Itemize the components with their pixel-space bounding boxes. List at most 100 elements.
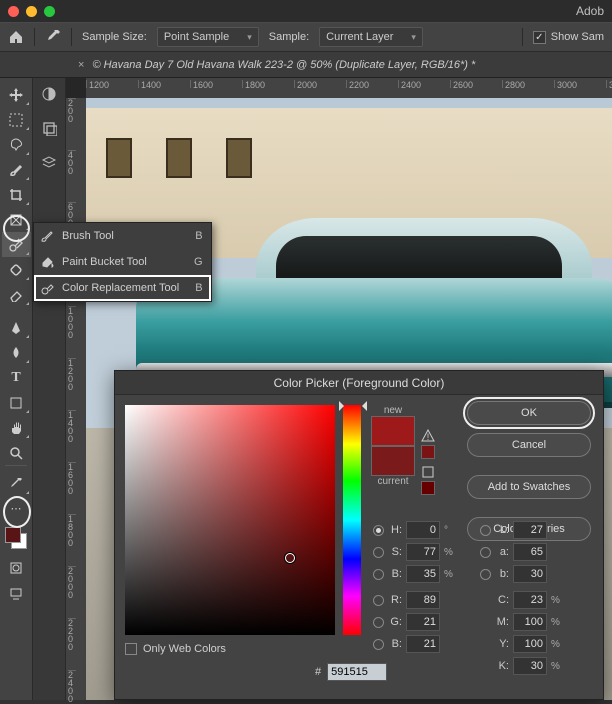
Lab-b-input[interactable] [513, 565, 547, 583]
ok-button[interactable]: OK [467, 401, 591, 425]
blur-tool[interactable] [2, 340, 31, 365]
marquee-tool[interactable] [2, 107, 31, 132]
sv-marker [285, 553, 295, 563]
history-panel-icon[interactable] [39, 118, 59, 138]
Lab-a-label: a: [495, 546, 509, 558]
brush-tool[interactable] [2, 157, 31, 182]
current-color-swatch[interactable] [371, 446, 415, 476]
brightness-input[interactable] [406, 565, 440, 583]
crop-tool[interactable] [2, 182, 31, 207]
eyedropper-tool-icon[interactable] [45, 29, 61, 45]
sample-value: Current Layer [326, 31, 393, 43]
sample-size-dropdown[interactable]: Point Sample ▾ [157, 27, 259, 47]
healing-tool[interactable] [2, 257, 31, 282]
flyout-item-color-replacement[interactable]: Color Replacement Tool B [34, 275, 211, 301]
hue-slider[interactable] [343, 405, 361, 635]
red-label: R: [388, 594, 402, 606]
brightness-radio[interactable] [373, 569, 384, 580]
black-unit: % [551, 661, 563, 672]
close-tab-icon[interactable]: × [78, 59, 84, 71]
hand-tool[interactable] [2, 415, 31, 440]
hex-input[interactable] [327, 663, 387, 681]
cyan-label: C: [495, 594, 509, 606]
hex-row: # [315, 663, 387, 681]
blue-radio[interactable] [373, 639, 384, 650]
lasso-tool[interactable] [2, 132, 31, 157]
hue-radio[interactable] [373, 525, 384, 536]
color-picker-dialog: Color Picker (Foreground Color) new curr… [114, 370, 604, 700]
Lab-b-label: b: [495, 568, 509, 580]
websafe-swatch[interactable] [421, 481, 435, 495]
flyout-item-paintbucket[interactable]: Paint Bucket Tool G [34, 249, 211, 275]
Lab-L-input[interactable] [513, 521, 547, 539]
saturation-radio[interactable] [373, 547, 384, 558]
screen-mode-toggle[interactable] [2, 580, 31, 605]
flyout-shortcut: B [185, 230, 202, 242]
quick-mask-toggle[interactable] [2, 555, 31, 580]
saturation-value-field[interactable] [125, 405, 335, 635]
saturation-unit: % [444, 547, 456, 558]
eraser-tool[interactable] [2, 282, 31, 307]
foreground-background-swatches[interactable] [5, 527, 27, 549]
saturation-label: S: [388, 546, 402, 558]
Lab-L-radio[interactable] [480, 525, 491, 536]
paint-bucket-icon [38, 253, 56, 271]
collapsed-panels [33, 78, 66, 700]
Lab-a-input[interactable] [513, 543, 547, 561]
move-tool[interactable] [2, 82, 31, 107]
new-color-swatch[interactable] [371, 416, 415, 446]
Lab-b-radio[interactable] [480, 569, 491, 580]
eyedropper-tool[interactable] [2, 471, 31, 496]
only-web-colors-checkbox[interactable]: Only Web Colors [125, 643, 226, 655]
yellow-input[interactable] [513, 635, 547, 653]
titlebar: Adob [0, 0, 612, 22]
new-color-label: new [371, 405, 415, 416]
home-icon[interactable] [8, 30, 24, 44]
red-radio[interactable] [373, 595, 384, 606]
flyout-label: Color Replacement Tool [62, 282, 179, 294]
zoom-tool[interactable] [2, 440, 31, 465]
color-replacement-icon [38, 279, 56, 297]
tools-panel: T ⋯ [0, 78, 33, 700]
black-input[interactable] [513, 657, 547, 675]
document-tab[interactable]: × © Havana Day 7 Old Havana Walk 223-2 @… [0, 52, 612, 78]
cancel-button[interactable]: Cancel [467, 433, 591, 457]
magenta-input[interactable] [513, 613, 547, 631]
cyan-input[interactable] [513, 591, 547, 609]
add-to-swatches-button[interactable]: Add to Swatches [467, 475, 591, 499]
shape-tool[interactable] [2, 390, 31, 415]
saturation-input[interactable] [406, 543, 440, 561]
pen-tool[interactable] [2, 315, 31, 340]
close-window-button[interactable] [8, 6, 19, 17]
frame-tool[interactable] [2, 207, 31, 232]
adjustments-panel-icon[interactable] [39, 84, 59, 104]
Lab-a-radio[interactable] [480, 547, 491, 558]
gamut-swatch[interactable] [421, 445, 435, 459]
flyout-item-brush[interactable]: Brush Tool B [34, 223, 211, 249]
magenta-label: M: [495, 616, 509, 628]
green-label: G: [388, 616, 402, 628]
show-sampling-checkbox[interactable]: Show Sam [533, 31, 604, 44]
type-tool[interactable]: T [2, 365, 31, 390]
black-label: K: [495, 660, 509, 672]
color-replacement-tool[interactable] [2, 232, 31, 257]
red-input[interactable] [406, 591, 440, 609]
websafe-warning-icon[interactable] [421, 465, 435, 479]
zoom-window-button[interactable] [44, 6, 55, 17]
sample-dropdown[interactable]: Current Layer ▾ [319, 27, 423, 47]
blue-input[interactable] [406, 635, 440, 653]
blue-label: B: [388, 638, 402, 650]
flyout-shortcut: G [184, 256, 203, 268]
hue-input[interactable] [406, 521, 440, 539]
magenta-unit: % [551, 617, 563, 628]
horizontal-ruler[interactable]: 1200140016001800200022002400260028003000… [86, 78, 612, 98]
green-radio[interactable] [373, 617, 384, 628]
minimize-window-button[interactable] [26, 6, 37, 17]
green-input[interactable] [406, 613, 440, 631]
color-swatch-stack: new current [371, 405, 415, 487]
sample-size-label: Sample Size: [82, 31, 147, 43]
vertical-ruler[interactable]: 2004006008001000120014001600180020002200… [66, 98, 86, 700]
layers-panel-icon[interactable] [39, 152, 59, 172]
edit-toolbar[interactable]: ⋯ [2, 496, 31, 521]
gamut-warning-icon[interactable]: ! [421, 429, 435, 443]
